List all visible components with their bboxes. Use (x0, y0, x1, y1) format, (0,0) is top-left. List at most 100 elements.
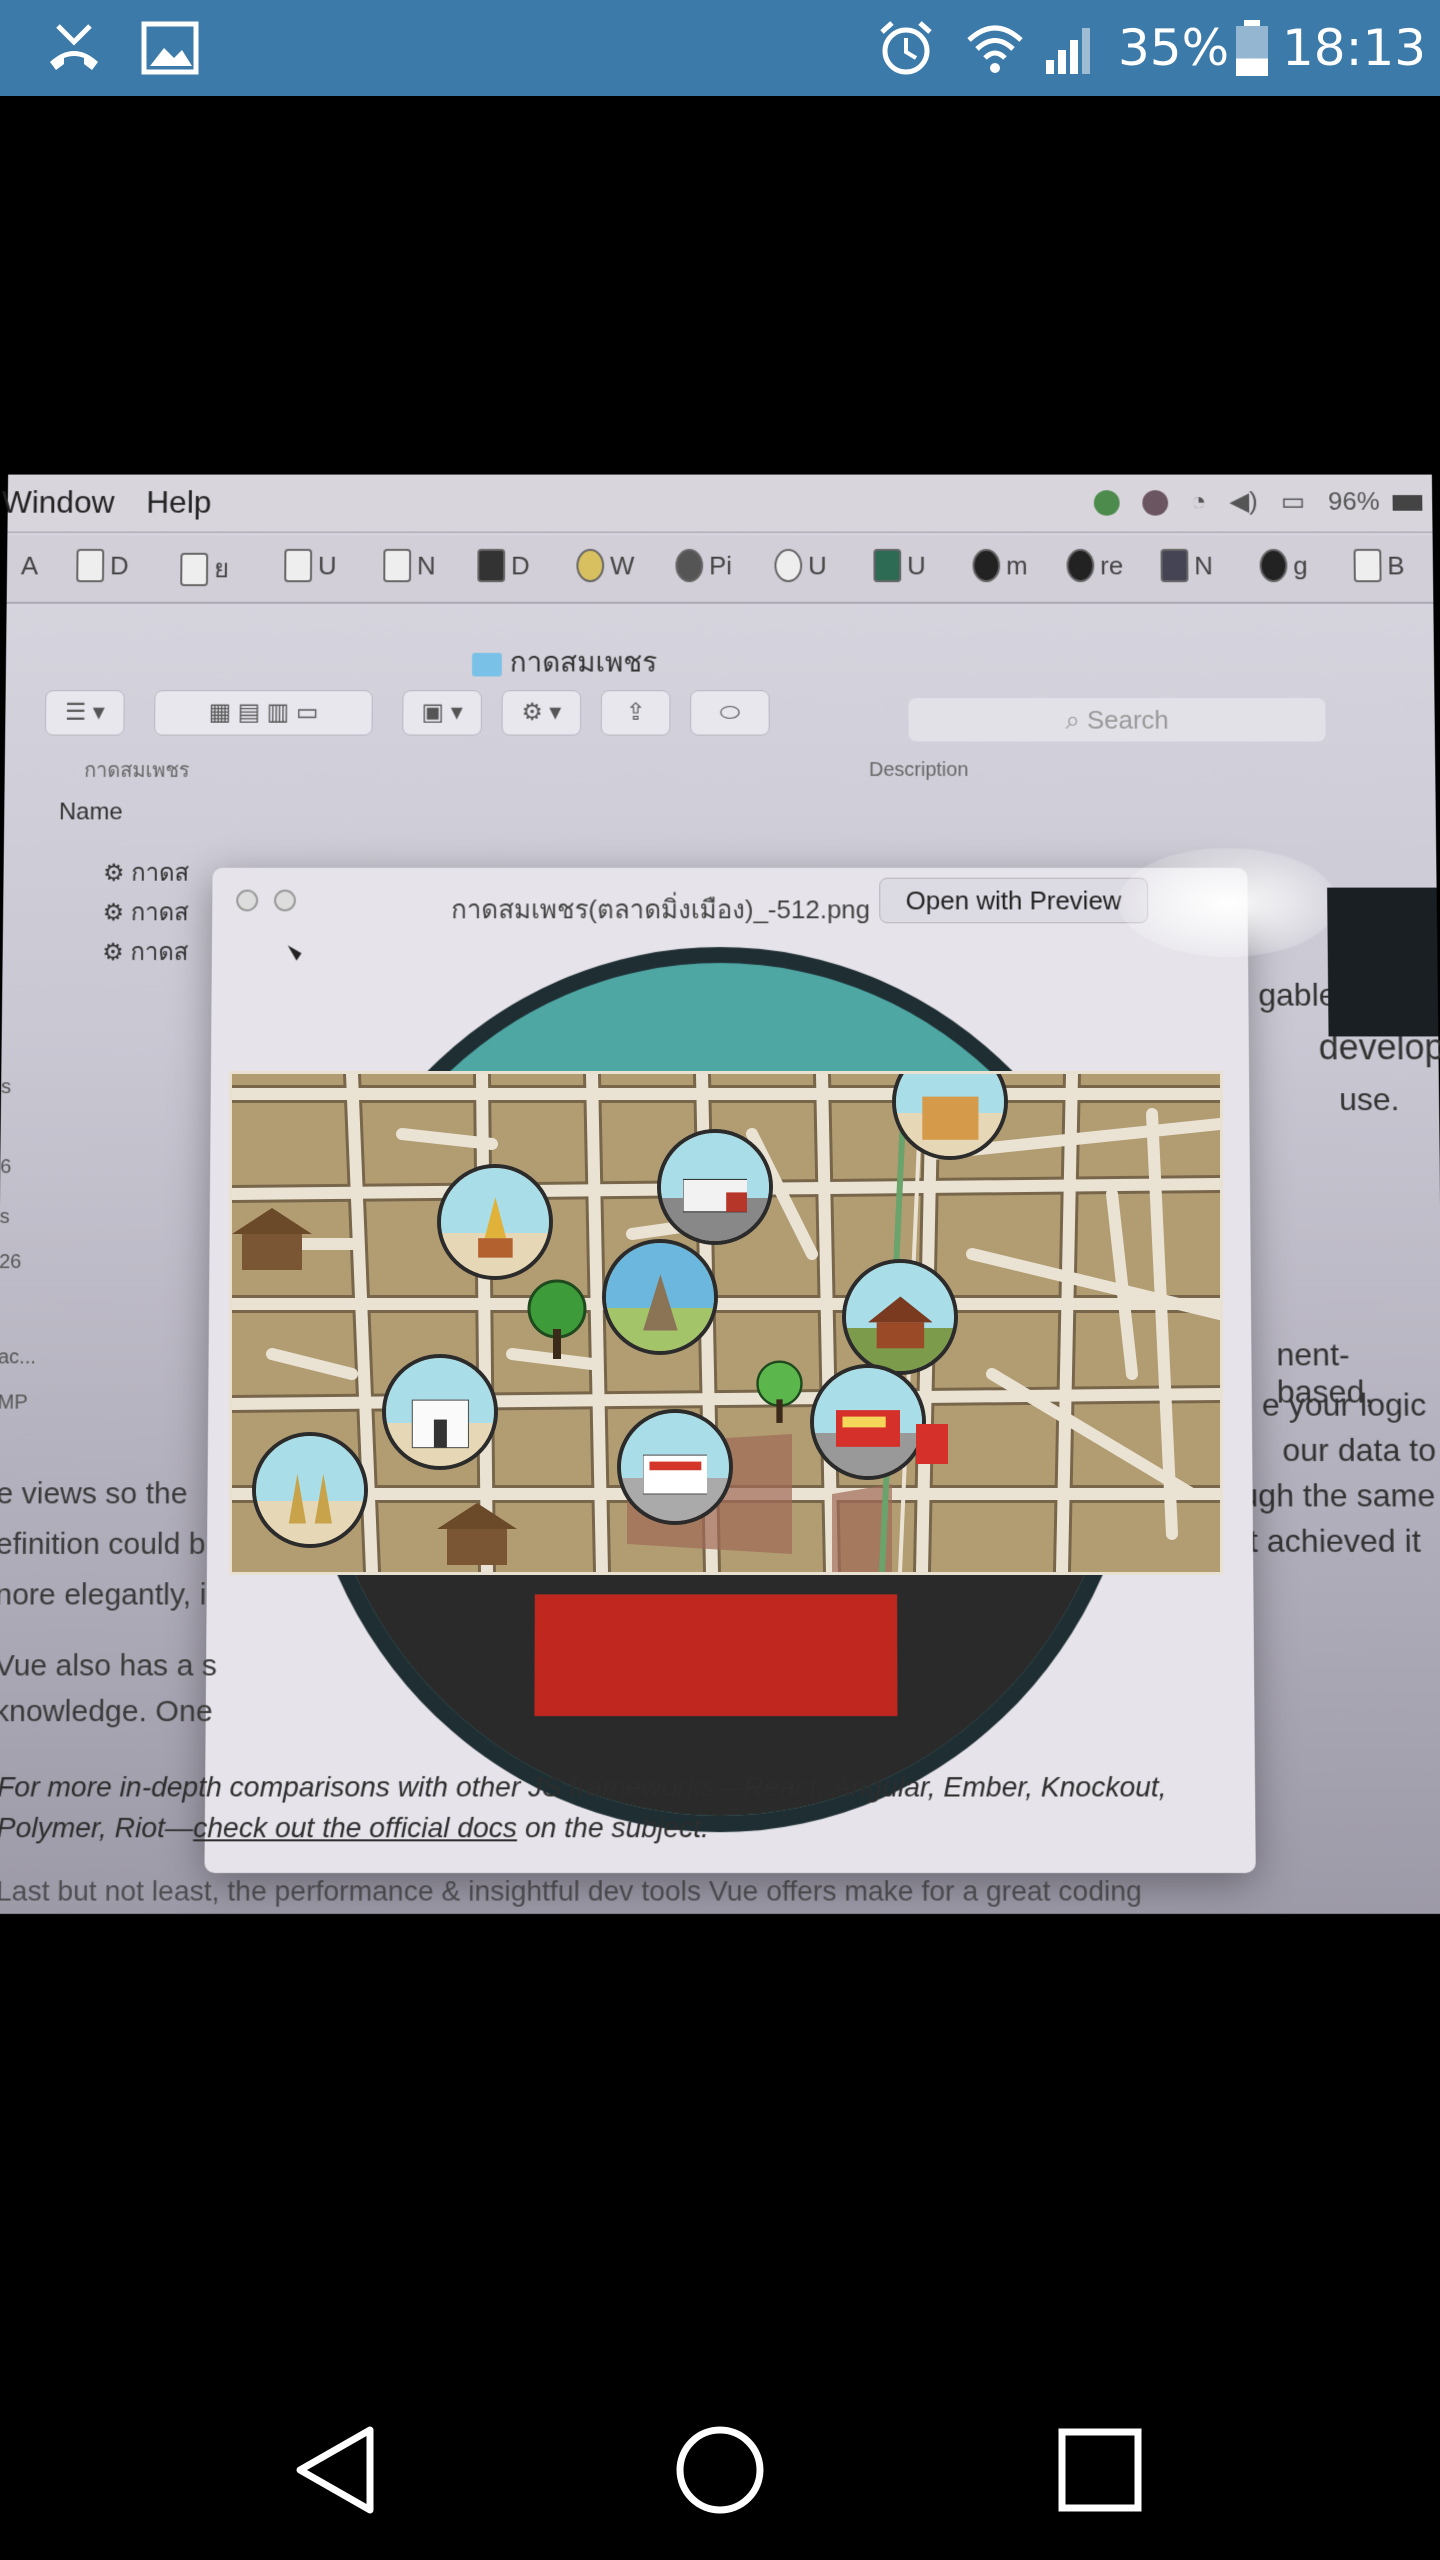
thai-house-landmark (842, 1259, 958, 1375)
article-fragment: ough the same (1222, 1477, 1436, 1514)
home-icon[interactable] (670, 2420, 770, 2520)
quicklook-title: กาดสมเพชร(ตลาดมิ่งเมือง)_-512.png (451, 894, 871, 925)
city-gate-landmark (892, 1074, 1008, 1160)
tab-8[interactable]: U (774, 549, 873, 592)
tab-14[interactable]: B (1353, 549, 1440, 592)
tab-7[interactable]: Pi (675, 549, 774, 592)
tab-3[interactable]: U (284, 549, 383, 592)
article-fragment: use. (1338, 1081, 1400, 1118)
sidebar-fragment: s (1, 1076, 12, 1099)
golden-statues-landmark (252, 1432, 368, 1548)
tab-9[interactable]: U (873, 549, 972, 592)
back-icon[interactable] (290, 2420, 390, 2520)
folder-icon (472, 652, 502, 677)
file-row[interactable]: ⚙ กาดส (103, 893, 189, 932)
fullscreen-icon[interactable] (273, 889, 297, 912)
white-hall-landmark (382, 1354, 498, 1470)
file-row[interactable]: ⚙ กาดส (102, 932, 188, 971)
dark-panel (1327, 887, 1439, 1037)
article-fragment: gable (1258, 976, 1337, 1013)
arrange-button[interactable]: ▣ ▾ (402, 690, 482, 736)
alarm-icon (880, 21, 932, 75)
red-truck-icon (916, 1424, 948, 1464)
tab-icon (383, 549, 412, 583)
tree-icon (756, 1360, 803, 1423)
tab-13[interactable]: g (1259, 549, 1358, 592)
share-icon[interactable]: ⇪ (600, 690, 671, 736)
tab-1[interactable]: D (76, 549, 175, 592)
open-with-preview-button[interactable]: Open with Preview (879, 877, 1149, 924)
tab-5[interactable]: D (477, 549, 576, 592)
tab-icon (675, 549, 704, 583)
image-red-region (534, 1594, 898, 1717)
battery-icon (1236, 20, 1268, 76)
hut-icon (232, 1208, 312, 1270)
menu-battery-text: 96% (1327, 486, 1380, 516)
column-description: Description (868, 759, 969, 781)
nawarat-market-landmark (617, 1409, 733, 1525)
official-docs-link[interactable]: check out the official docs (193, 1812, 517, 1844)
tab-icon (873, 549, 902, 583)
sidebar-fragment: ac... (0, 1346, 37, 1369)
github-icon (972, 549, 1001, 583)
wifi-icon (967, 25, 1023, 73)
tab-11[interactable]: re (1066, 549, 1165, 592)
wifi-menu-icon: ◔ (1190, 486, 1207, 516)
screen-glare (1117, 848, 1338, 957)
article-paragraph: For more in-depth comparisons with other… (0, 1771, 1167, 1803)
gear-icon[interactable]: ⚙ ▾ (501, 690, 582, 736)
tab-icon (1160, 549, 1189, 583)
battery-percent: 35% (1118, 19, 1230, 77)
tab-icon (76, 549, 105, 583)
article-paragraph: Last but not least, the performance & in… (0, 1875, 1142, 1907)
sidebar-header: กาดสมเพชร (84, 760, 190, 782)
column-name[interactable]: Name (59, 799, 123, 827)
recents-icon[interactable] (1050, 2420, 1150, 2520)
image-icon (141, 21, 199, 75)
line-icon (1093, 490, 1120, 516)
tab-icon (284, 549, 313, 583)
view-mode-buttons[interactable]: ▦ ▤ ▥ ▭ (154, 690, 373, 736)
close-icon[interactable] (236, 889, 259, 912)
github-icon (1259, 549, 1288, 583)
mouse-cursor-icon (287, 941, 304, 961)
article-fragment: e your logic (1261, 1386, 1427, 1423)
finder-toolbar: ☰ ▾ ▦ ▤ ▥ ▭ ▣ ▾ ⚙ ▾ ⇪ ⬭ ⌕ Search (5, 680, 1435, 749)
menu-status-icons: ◔ ◀) ▭ 96% (1093, 486, 1423, 516)
tab-10[interactable]: m (972, 549, 1071, 592)
menu-window[interactable]: Window (2, 484, 115, 520)
clock: 18:13 (1282, 19, 1427, 77)
sidebar-fragment: MP (0, 1391, 28, 1414)
tab-icon (774, 549, 803, 583)
golden-pagoda-landmark (437, 1164, 553, 1280)
file-row[interactable]: ⚙ กาดส (103, 853, 189, 892)
finder-path: กาดสมเพชร (472, 641, 657, 684)
tab-12[interactable]: N (1160, 549, 1259, 592)
status-bar: 35% 18:13 (0, 0, 1440, 96)
red-truck-landmark (810, 1364, 926, 1480)
article-fragment: efinition could b (0, 1527, 206, 1561)
tab-2[interactable]: ย (180, 549, 279, 592)
tab-icon (1353, 549, 1382, 583)
missed-call-icon (50, 24, 98, 70)
article-fragment: Vue also has a s (0, 1649, 218, 1683)
sidebar-fragment: 6 (0, 1156, 12, 1179)
sidebar-fragment: 26 (0, 1251, 22, 1274)
tab-4[interactable]: N (383, 549, 482, 592)
volume-icon: ◀) (1229, 486, 1258, 516)
browser-tab-bar: A D ย U N D W Pi U U m re N g B (6, 535, 1434, 604)
ruined-chedi-landmark (602, 1239, 718, 1355)
modern-building-landmark (657, 1129, 773, 1245)
signal-icon (1046, 28, 1090, 74)
back-forward-button[interactable]: ☰ ▾ (44, 690, 125, 736)
tab-6[interactable]: W (576, 549, 675, 592)
article-fragment: st achieved it (1232, 1522, 1421, 1559)
tree-icon (527, 1279, 587, 1359)
user-icon (1142, 490, 1169, 516)
search-input[interactable]: ⌕ Search (908, 698, 1326, 742)
article-fragment: nore elegantly, i (0, 1578, 207, 1612)
tag-button[interactable]: ⬭ (690, 690, 770, 736)
menu-help[interactable]: Help (146, 484, 211, 520)
airplay-icon: ▭ (1280, 486, 1306, 516)
sidebar-fragment: s (0, 1205, 10, 1229)
